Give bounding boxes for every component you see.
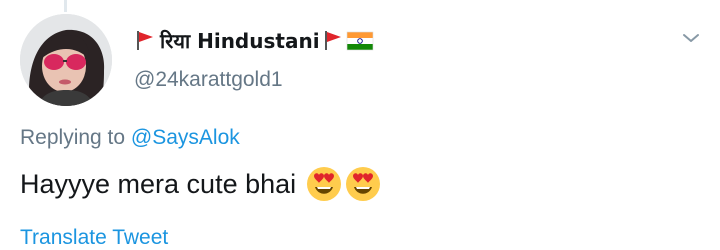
red-flag-icon [322,29,344,51]
thread-connector-line [64,0,67,12]
replying-to-line: Replying to @SaysAlok [20,126,240,150]
tweet-body: Hayyye mera cute bhai [20,166,381,202]
heart-eyes-emoji-icon [306,166,342,202]
user-handle[interactable]: @24karattgold1 [134,68,283,92]
replying-to-mention[interactable]: @SaysAlok [131,126,240,149]
india-flag-icon [346,29,374,51]
display-name[interactable]: रिया Hindustani [160,27,320,54]
red-flag-icon [134,29,156,51]
heart-eyes-emoji-icon [345,166,381,202]
chevron-down-icon[interactable] [680,30,702,46]
replying-to-label: Replying to [20,126,126,149]
translate-tweet-link[interactable]: Translate Tweet [20,226,168,250]
author-name-row[interactable]: रिया Hindustani [134,24,374,56]
tweet-text: Hayyye mera cute bhai [20,168,297,199]
avatar[interactable] [20,14,112,106]
